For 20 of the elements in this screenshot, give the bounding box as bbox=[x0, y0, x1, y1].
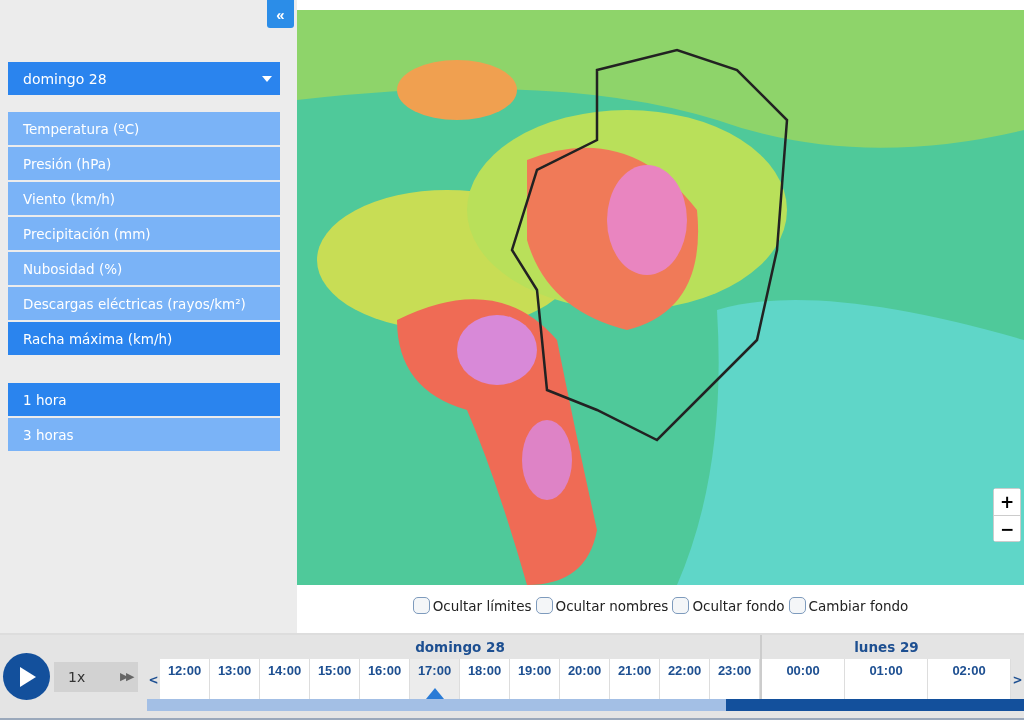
variable-item[interactable]: Racha máxima (km/h) bbox=[8, 322, 280, 355]
fast-forward-button[interactable]: ▶▶ bbox=[120, 670, 132, 683]
checkbox-label: Cambiar fondo bbox=[808, 597, 909, 614]
checkbox-label: Ocultar fondo bbox=[692, 597, 785, 614]
hour-tab[interactable]: 17:00 bbox=[410, 659, 460, 699]
day-label: lunes 29 bbox=[853, 638, 920, 657]
checkbox[interactable] bbox=[672, 597, 690, 614]
progress-bar[interactable] bbox=[147, 699, 1024, 711]
checkbox[interactable] bbox=[535, 597, 553, 614]
speed-label: 1x bbox=[68, 668, 86, 685]
zoom-out-button[interactable]: − bbox=[994, 515, 1020, 541]
caret-icon bbox=[262, 75, 272, 82]
play-button[interactable] bbox=[3, 653, 50, 700]
checkbox[interactable] bbox=[412, 597, 430, 614]
checkbox-label: Ocultar límites bbox=[432, 597, 532, 614]
checkbox-label: Ocultar nombres bbox=[555, 597, 669, 614]
checkbox[interactable] bbox=[788, 597, 806, 614]
interval-item[interactable]: 1 hora bbox=[8, 383, 280, 416]
day-dropdown[interactable]: domingo 28 bbox=[8, 62, 280, 95]
day-label: domingo 28 bbox=[414, 638, 506, 657]
